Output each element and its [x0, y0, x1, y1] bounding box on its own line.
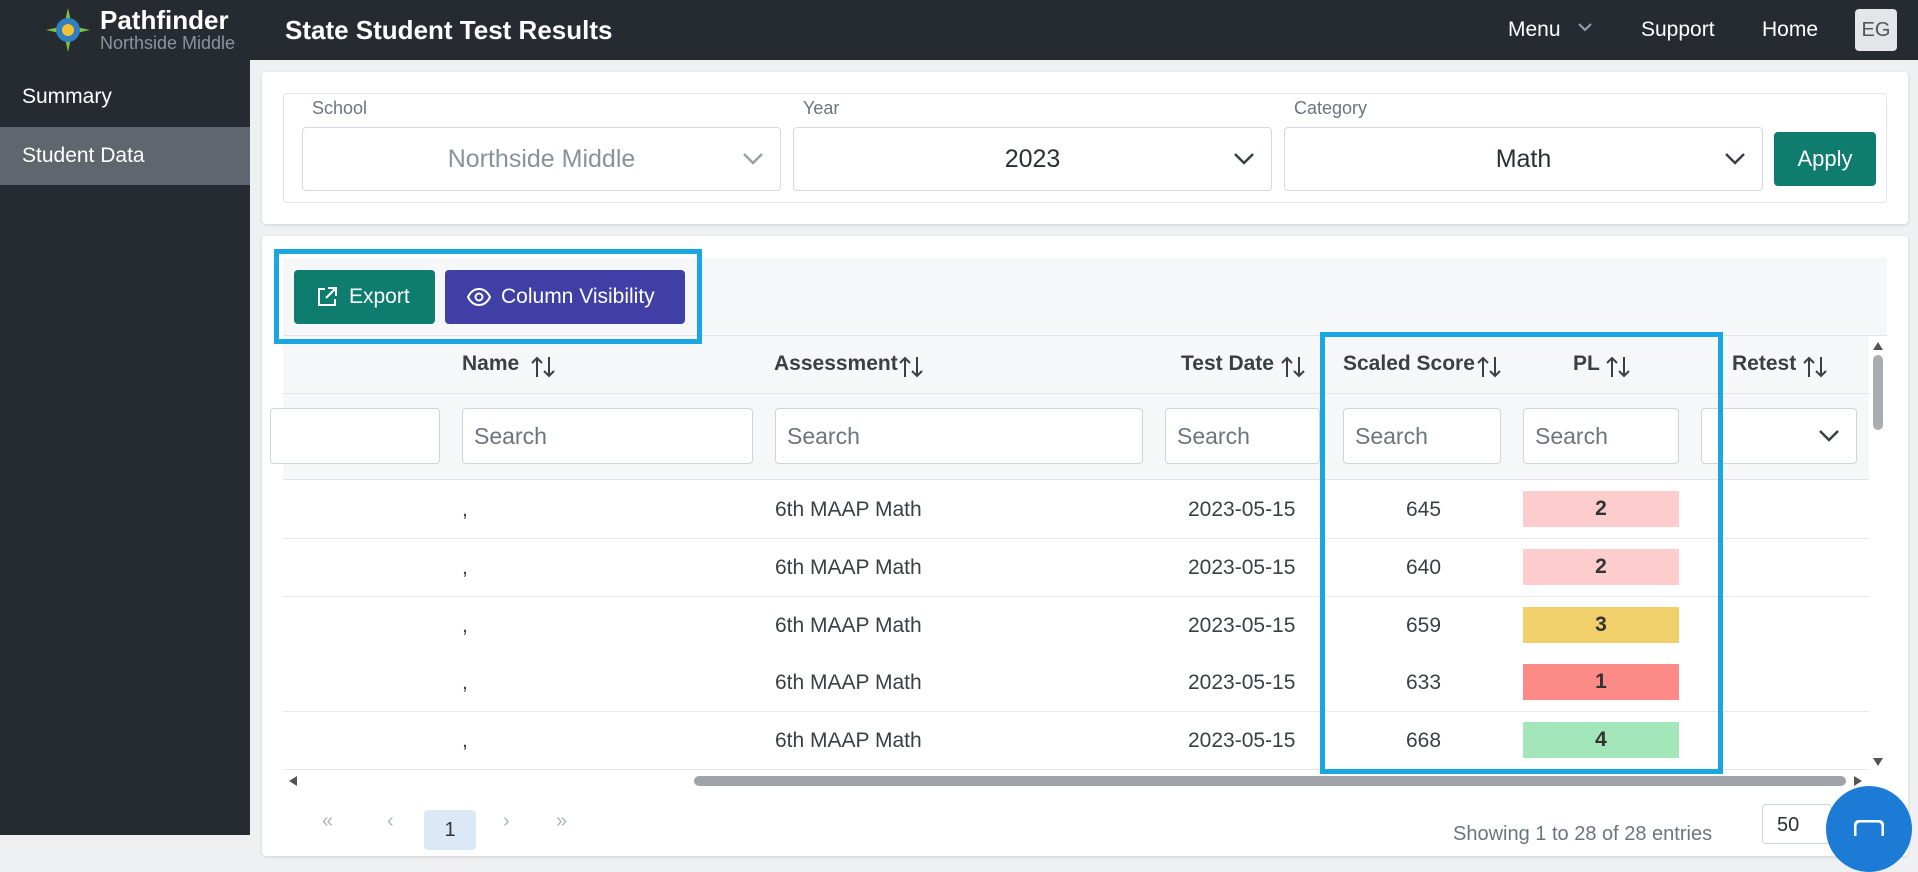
cell-assessment: 6th MAAP Math [775, 498, 922, 521]
cell-test-date: 2023-05-15 [1188, 498, 1296, 521]
nav-support[interactable]: Support [1641, 18, 1715, 42]
category-select[interactable]: Math [1284, 127, 1763, 191]
assessment-search-input[interactable]: Search [775, 408, 1143, 464]
column-header-assessment[interactable]: Assessment [774, 352, 898, 376]
chevron-down-icon [1725, 153, 1745, 165]
year-select-value: 2023 [1004, 145, 1061, 173]
test-date-search-input[interactable]: Search [1165, 408, 1320, 464]
page-1-button[interactable]: 1 [424, 810, 476, 850]
top-navbar: Pathfinder Northside Middle State Studen… [0, 0, 1918, 60]
category-label: Category [1294, 98, 1368, 118]
year-label: Year [803, 98, 840, 118]
cell-assessment: 6th MAAP Math [775, 614, 922, 637]
sidebar-item-student-data[interactable]: Student Data [0, 127, 250, 185]
page-title: State Student Test Results [285, 15, 613, 45]
chevron-down-icon [1234, 153, 1254, 165]
last-page-button[interactable]: » [556, 810, 567, 833]
page-size-select[interactable]: 50 [1762, 804, 1832, 844]
category-select-value: Math [1495, 145, 1552, 173]
school-label: School [312, 98, 368, 118]
name-search-input[interactable]: Search [462, 408, 753, 464]
cell-name: , [462, 498, 468, 521]
nav-home[interactable]: Home [1762, 18, 1818, 42]
sort-icon[interactable] [530, 355, 556, 379]
chat-button[interactable] [1826, 786, 1912, 872]
cell-name: , [462, 614, 468, 637]
cell-assessment: 6th MAAP Math [775, 729, 922, 752]
column-search-input[interactable] [270, 408, 440, 464]
cell-assessment: 6th MAAP Math [775, 671, 922, 694]
chevron-down-icon [1819, 430, 1839, 442]
toolbar-highlight-box [274, 249, 702, 344]
cell-name: , [462, 671, 468, 694]
vertical-scrollbar-thumb[interactable] [1873, 355, 1883, 430]
score-columns-highlight-box [1320, 332, 1723, 774]
compass-logo-icon [46, 8, 90, 52]
school-select[interactable]: Northside Middle [302, 127, 781, 191]
school-select-value: Northside Middle [447, 145, 636, 173]
scroll-left-arrow-icon[interactable] [287, 774, 299, 788]
year-select[interactable]: 2023 [793, 127, 1272, 191]
sort-icon[interactable] [898, 355, 924, 379]
chevron-down-icon[interactable] [1577, 20, 1593, 34]
sidebar-item-summary[interactable]: Summary [0, 68, 250, 126]
column-header-name[interactable]: Name [462, 352, 519, 376]
cell-name: , [462, 556, 468, 579]
cell-test-date: 2023-05-15 [1188, 614, 1296, 637]
cell-assessment: 6th MAAP Math [775, 556, 922, 579]
school-subtitle: Northside Middle [100, 33, 236, 53]
chevron-down-icon [743, 153, 763, 165]
avatar[interactable]: EG [1855, 9, 1897, 51]
cell-test-date: 2023-05-15 [1188, 671, 1296, 694]
column-header-test-date[interactable]: Test Date [1181, 352, 1274, 376]
nav-menu[interactable]: Menu [1508, 18, 1561, 42]
horizontal-scrollbar-thumb[interactable] [694, 776, 1846, 786]
prev-page-button[interactable]: ‹ [387, 810, 394, 833]
cell-test-date: 2023-05-15 [1188, 729, 1296, 752]
cell-name: , [462, 729, 468, 752]
first-page-button[interactable]: « [322, 810, 333, 833]
apply-button[interactable]: Apply [1774, 132, 1876, 186]
brand-title: Pathfinder [100, 5, 229, 35]
retest-filter-select[interactable] [1701, 408, 1857, 464]
cell-test-date: 2023-05-15 [1188, 556, 1296, 579]
sort-icon[interactable] [1280, 355, 1306, 379]
chat-icon [1854, 820, 1884, 836]
sort-icon[interactable] [1802, 355, 1828, 379]
next-page-button[interactable]: › [503, 810, 510, 833]
column-header-retest[interactable]: Retest [1732, 352, 1796, 376]
